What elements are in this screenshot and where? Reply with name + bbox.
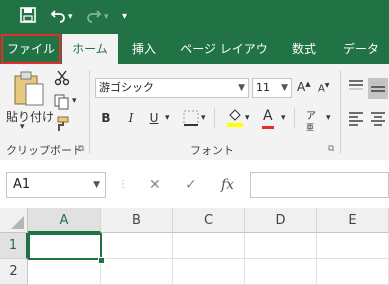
font-color-dropdown-icon[interactable]: ▾ <box>281 113 286 123</box>
borders-dropdown-icon[interactable]: ▾ <box>201 113 206 123</box>
name-box-value: A1 <box>13 177 31 192</box>
cell-e1[interactable] <box>317 233 389 259</box>
row-header-1[interactable]: 1 <box>0 233 28 259</box>
cell-b1[interactable] <box>101 233 173 259</box>
chevron-down-icon: ▼ <box>281 83 288 93</box>
column-header-d[interactable]: D <box>245 208 317 233</box>
cell-c2[interactable] <box>173 259 245 285</box>
shrink-font-icon[interactable]: A▼ <box>318 82 329 94</box>
active-cell-selection <box>28 233 102 260</box>
phonetic-dropdown-icon[interactable]: ▾ <box>326 113 331 123</box>
cut-icon[interactable] <box>54 70 70 89</box>
clipboard-dialog-launcher-icon[interactable]: ⧉ <box>78 144 84 154</box>
column-header-b[interactable]: B <box>101 208 173 233</box>
font-color-label: A <box>263 108 273 124</box>
clipboard-group-label: クリップボード <box>6 144 83 157</box>
tab-file[interactable]: ファイル <box>1 34 61 64</box>
tab-home[interactable]: ホーム <box>62 34 118 64</box>
column-header-e[interactable]: E <box>317 208 389 233</box>
tab-page-layout[interactable]: ページ レイアウト <box>178 34 270 86</box>
fill-color-dropdown-icon[interactable]: ▾ <box>245 113 250 123</box>
underline-button[interactable]: U <box>143 108 165 128</box>
format-painter-icon[interactable] <box>54 116 70 135</box>
font-color-button[interactable]: A <box>263 108 273 124</box>
font-size-value: 11 <box>256 81 270 94</box>
font-size-combo[interactable]: 11 ▼ <box>252 78 292 98</box>
align-top-icon[interactable] <box>348 80 364 97</box>
cell-a2[interactable] <box>28 259 101 285</box>
chevron-down-icon: ▼ <box>93 180 100 190</box>
column-header-a[interactable]: A <box>28 208 101 233</box>
divider <box>214 108 215 128</box>
grow-font-icon[interactable]: A▲ <box>297 80 311 94</box>
cell-d2[interactable] <box>245 259 317 285</box>
cell-d1[interactable] <box>245 233 317 259</box>
divider <box>294 108 295 128</box>
customize-qat-icon[interactable]: ▾ <box>122 7 127 27</box>
paste-icon[interactable] <box>12 70 46 111</box>
cancel-entry-icon[interactable]: ✕ <box>149 172 161 198</box>
tab-formulas[interactable]: 数式 <box>280 34 328 64</box>
font-group-label: フォント <box>190 144 234 157</box>
tab-insert[interactable]: 挿入 <box>122 34 166 64</box>
font-dialog-launcher-icon[interactable]: ⧉ <box>328 144 334 154</box>
enter-entry-icon[interactable]: ✓ <box>185 172 197 198</box>
font-color-swatch <box>262 126 274 129</box>
redo-icon <box>86 7 102 29</box>
save-icon[interactable] <box>20 7 36 29</box>
undo-dropdown-icon[interactable]: ▾ <box>68 7 73 27</box>
copy-icon[interactable] <box>54 94 70 113</box>
select-all-button[interactable] <box>0 208 28 233</box>
bold-button[interactable]: B <box>95 108 117 128</box>
cell-b2[interactable] <box>101 259 173 285</box>
underline-dropdown-icon[interactable]: ▾ <box>165 113 170 123</box>
undo-icon[interactable] <box>50 7 66 29</box>
group-separator <box>340 70 341 154</box>
paste-dropdown-icon[interactable]: ▾ <box>20 122 25 132</box>
fill-handle[interactable] <box>98 257 105 264</box>
font-name-value: 游ゴシック <box>99 81 154 94</box>
copy-dropdown-icon[interactable]: ▾ <box>72 96 77 106</box>
paste-button-label[interactable]: 貼り付け <box>6 108 54 125</box>
phonetic-guide-icon[interactable]: ア亜 <box>306 107 316 133</box>
cell-c1[interactable] <box>173 233 245 259</box>
formula-input[interactable] <box>250 172 389 198</box>
align-center-icon[interactable] <box>370 112 386 129</box>
italic-button[interactable]: I <box>120 108 142 128</box>
redo-dropdown-icon: ▾ <box>104 12 109 22</box>
cell-e2[interactable] <box>317 259 389 285</box>
formula-bar-grip-icon: ⋮ <box>118 179 128 190</box>
borders-icon[interactable] <box>183 110 199 129</box>
insert-function-icon[interactable]: fx <box>221 172 234 198</box>
align-middle-icon[interactable] <box>368 78 388 99</box>
row-header-2[interactable]: 2 <box>0 259 28 285</box>
align-left-icon[interactable] <box>348 112 364 129</box>
fill-color-icon[interactable] <box>226 107 244 130</box>
group-separator <box>89 70 90 154</box>
column-header-c[interactable]: C <box>173 208 245 233</box>
name-box[interactable]: A1 ▼ <box>6 172 106 198</box>
tab-data[interactable]: データ <box>336 34 386 64</box>
chevron-down-icon: ▼ <box>238 83 245 93</box>
font-name-combo[interactable]: 游ゴシック ▼ <box>95 78 249 98</box>
